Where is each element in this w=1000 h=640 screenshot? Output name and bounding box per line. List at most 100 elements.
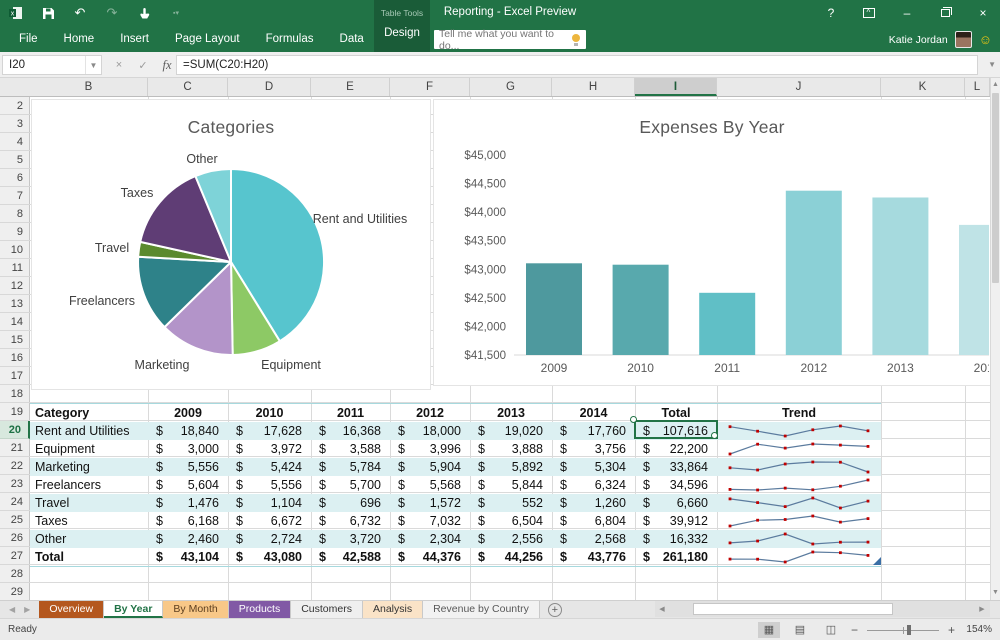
- table-cell-value[interactable]: $44,376: [390, 548, 470, 566]
- table-cell-value[interactable]: $16,368: [311, 422, 390, 440]
- touch-mode-icon[interactable]: [136, 5, 152, 21]
- table-cell-value[interactable]: $2,724: [228, 530, 311, 548]
- row-header-17[interactable]: 17: [0, 367, 30, 385]
- zoom-out-icon[interactable]: −: [851, 623, 858, 637]
- ribbon-tab-data[interactable]: Data: [327, 26, 377, 52]
- enter-icon[interactable]: ✓: [132, 55, 154, 75]
- column-header-g[interactable]: G: [470, 78, 552, 96]
- zoom-in-icon[interactable]: +: [948, 623, 955, 637]
- row-header-2[interactable]: 2: [0, 97, 30, 115]
- table-cell-value[interactable]: $1,476: [148, 494, 228, 512]
- table-cell-category[interactable]: Other: [30, 530, 148, 548]
- table-cell-value[interactable]: $3,888: [470, 440, 552, 458]
- row-header-4[interactable]: 4: [0, 133, 30, 151]
- table-row-travel[interactable]: Travel$1,476$1,104$696$1,572$552$1,260$6…: [30, 494, 881, 512]
- table-header-2009[interactable]: 2009: [148, 404, 228, 422]
- table-cell-value[interactable]: $3,996: [390, 440, 470, 458]
- table-row-marketing[interactable]: Marketing$5,556$5,424$5,784$5,904$5,892$…: [30, 458, 881, 476]
- table-cell-value[interactable]: $6,672: [228, 512, 311, 530]
- customize-quick-access-icon[interactable]: ▪▾: [168, 5, 184, 21]
- row-header-18[interactable]: 18: [0, 385, 30, 403]
- table-cell-category[interactable]: Travel: [30, 494, 148, 512]
- row-header-12[interactable]: 12: [0, 277, 30, 295]
- table-header-category[interactable]: Category: [30, 404, 148, 422]
- add-sheet-button[interactable]: +: [548, 603, 562, 617]
- column-header-b[interactable]: B: [30, 78, 148, 96]
- row-header-25[interactable]: 25: [0, 511, 30, 529]
- table-cell-total[interactable]: $6,660: [635, 494, 717, 512]
- ribbon-tab-file[interactable]: File: [6, 26, 51, 52]
- table-cell-value[interactable]: $5,604: [148, 476, 228, 494]
- table-cell-value[interactable]: $5,892: [470, 458, 552, 476]
- table-cell-value[interactable]: $5,424: [228, 458, 311, 476]
- horizontal-scroll-thumb[interactable]: [693, 603, 893, 615]
- scroll-up-icon[interactable]: ▲: [991, 79, 1000, 91]
- row-header-19[interactable]: 19: [0, 403, 30, 421]
- restore-icon[interactable]: [938, 5, 952, 21]
- row-header-27[interactable]: 27: [0, 547, 30, 565]
- table-header-2011[interactable]: 2011: [311, 404, 390, 422]
- row-header-7[interactable]: 7: [0, 187, 30, 205]
- tab-design[interactable]: Design: [374, 27, 430, 39]
- row-header-23[interactable]: 23: [0, 475, 30, 493]
- column-header-j[interactable]: J: [717, 78, 881, 96]
- table-header-row[interactable]: Category200920102011201220132014TotalTre…: [30, 404, 881, 422]
- table-cell-category[interactable]: Rent and Utilities: [30, 422, 148, 440]
- sheet-tab-overview[interactable]: Overview: [39, 601, 104, 618]
- name-box-dropdown-icon[interactable]: ▼: [85, 56, 101, 74]
- ribbon-tab-formulas[interactable]: Formulas: [253, 26, 327, 52]
- table-cell-value[interactable]: $44,256: [470, 548, 552, 566]
- table-cell-category[interactable]: Taxes: [30, 512, 148, 530]
- table-cell-value[interactable]: $18,840: [148, 422, 228, 440]
- row-header-9[interactable]: 9: [0, 223, 30, 241]
- page-layout-view-icon[interactable]: ▤: [789, 622, 811, 638]
- tell-me-box[interactable]: Tell me what you want to do...: [434, 30, 586, 49]
- table-cell-total[interactable]: $39,912: [635, 512, 717, 530]
- ribbon-tab-home[interactable]: Home: [51, 26, 108, 52]
- table-cell-category[interactable]: Equipment: [30, 440, 148, 458]
- column-header-h[interactable]: H: [552, 78, 635, 96]
- table-row-other[interactable]: Other$2,460$2,724$3,720$2,304$2,556$2,56…: [30, 530, 881, 548]
- table-cell-value[interactable]: $3,720: [311, 530, 390, 548]
- ribbon-tab-page-layout[interactable]: Page Layout: [162, 26, 253, 52]
- table-cell-value[interactable]: $5,700: [311, 476, 390, 494]
- column-header-f[interactable]: F: [390, 78, 470, 96]
- bar-2014[interactable]: [959, 225, 989, 355]
- close-icon[interactable]: ×: [976, 5, 990, 21]
- table-row-rent-and-utilities[interactable]: Rent and Utilities$18,840$17,628$16,368$…: [30, 422, 881, 440]
- formula-input[interactable]: =SUM(C20:H20): [176, 55, 978, 75]
- row-header-6[interactable]: 6: [0, 169, 30, 187]
- feedback-smiley-icon[interactable]: ☺: [979, 31, 992, 48]
- normal-view-icon[interactable]: ▦: [758, 622, 780, 638]
- table-cell-value[interactable]: $6,804: [552, 512, 635, 530]
- row-header-3[interactable]: 3: [0, 115, 30, 133]
- table-cell-value[interactable]: $5,844: [470, 476, 552, 494]
- help-icon[interactable]: ?: [824, 5, 838, 21]
- table-cell-value[interactable]: $5,556: [228, 476, 311, 494]
- selected-cell-i20[interactable]: [634, 420, 718, 439]
- column-header-i[interactable]: I: [635, 78, 717, 96]
- row-header-8[interactable]: 8: [0, 205, 30, 223]
- vertical-scrollbar[interactable]: ▲ ▼: [990, 78, 1000, 600]
- sheet-tab-analysis[interactable]: Analysis: [363, 601, 423, 618]
- formula-bar-expand-icon[interactable]: ▼: [988, 60, 996, 69]
- table-cell-value[interactable]: $2,568: [552, 530, 635, 548]
- table-cell-value[interactable]: $2,304: [390, 530, 470, 548]
- table-header-trend[interactable]: Trend: [717, 404, 881, 422]
- column-header-d[interactable]: D: [228, 78, 311, 96]
- undo-icon[interactable]: ↶: [72, 5, 88, 21]
- table-header-2012[interactable]: 2012: [390, 404, 470, 422]
- row-header-13[interactable]: 13: [0, 295, 30, 313]
- bar-chart[interactable]: Expenses By Year $45,000$44,500$44,000$4…: [433, 99, 990, 386]
- redo-icon[interactable]: ↷: [104, 5, 120, 21]
- table-cell-category[interactable]: Marketing: [30, 458, 148, 476]
- table-row-total[interactable]: Total$43,104$43,080$42,588$44,376$44,256…: [30, 548, 881, 566]
- table-cell-value[interactable]: $6,504: [470, 512, 552, 530]
- bar-2010[interactable]: [613, 265, 669, 355]
- table-cell-value[interactable]: $1,104: [228, 494, 311, 512]
- zoom-slider[interactable]: [867, 623, 939, 637]
- vertical-scroll-thumb[interactable]: [992, 93, 999, 283]
- table-header-2014[interactable]: 2014: [552, 404, 635, 422]
- horizontal-scrollbar[interactable]: ◀ ▶: [655, 601, 990, 617]
- table-cell-category[interactable]: Total: [30, 548, 148, 566]
